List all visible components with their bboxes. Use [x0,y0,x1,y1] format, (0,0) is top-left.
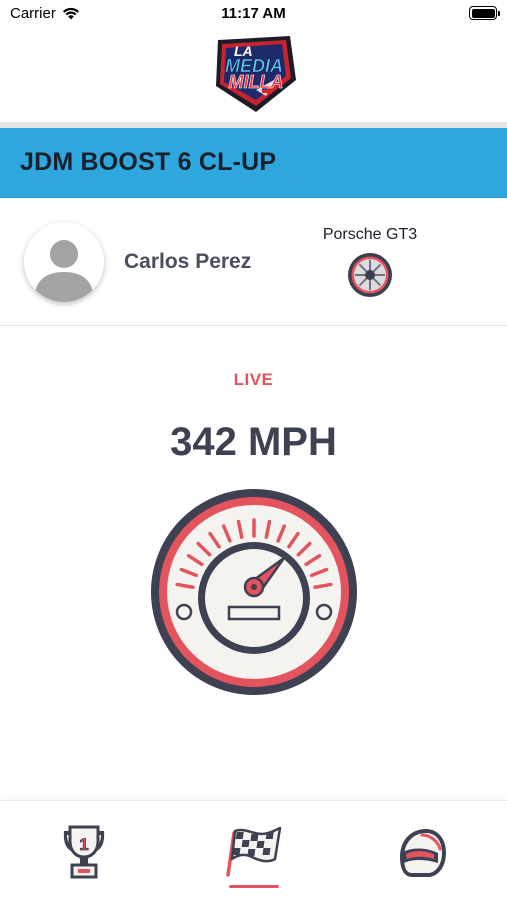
tire-icon [348,253,392,297]
helmet-icon [400,829,446,877]
checkered-flag-icon [226,826,282,877]
header-logo-area: LA MEDIA MILLA [0,30,507,120]
event-banner: JDM BOOST 6 CL-UP [0,128,507,198]
battery-icon [469,6,500,20]
tab-race[interactable] [224,823,284,883]
active-tab-indicator [229,885,279,888]
tab-bar: 1 [0,800,507,900]
logo-text-milla: MILLA [228,72,283,92]
tab-leaderboard[interactable]: 1 [54,823,114,883]
trophy-icon: 1 [63,825,105,879]
avatar-placeholder-icon [24,222,104,302]
event-title: JDM BOOST 6 CL-UP [20,148,277,176]
driver-row[interactable]: Carlos Perez Porsche GT3 [0,198,507,326]
status-time: 11:17 AM [221,5,286,22]
avatar[interactable] [24,222,104,302]
driver-name: Carlos Perez [124,250,252,273]
live-status-label: LIVE [233,370,274,389]
status-bar: Carrier 11:17 AM [0,0,507,28]
speedometer-icon [151,489,357,695]
tab-driver[interactable] [392,823,452,883]
speed-readout: 342 MPH [170,420,337,464]
la-media-milla-logo: LA MEDIA MILLA [215,36,296,112]
svg-text:1: 1 [79,835,88,854]
car-name: Porsche GT3 [322,226,418,243]
